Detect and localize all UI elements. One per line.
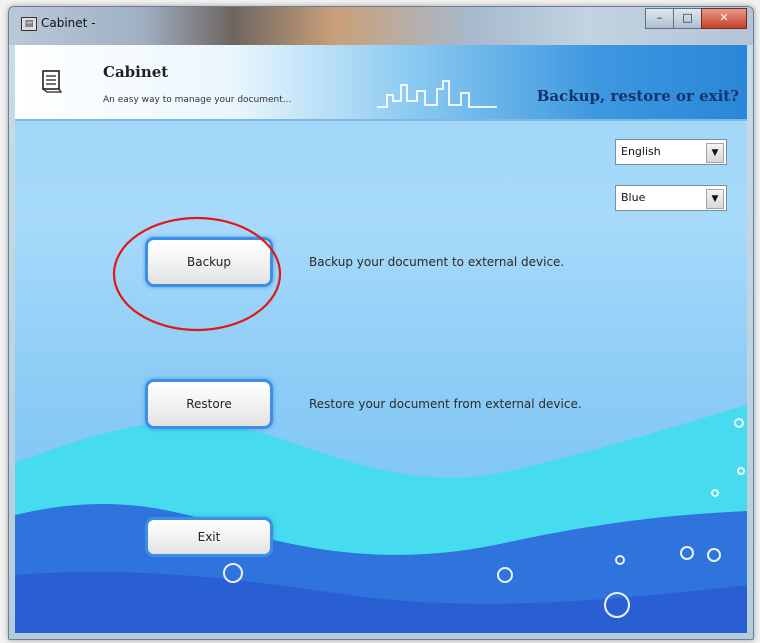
cabinet-icon: ▤ (21, 17, 37, 31)
title-bar[interactable]: ▤ Cabinet - – □ ✕ (9, 7, 753, 45)
header-prompt: Backup, restore or exit? (536, 87, 739, 105)
chevron-down-icon[interactable]: ▼ (706, 189, 724, 209)
highlight-circle (112, 216, 282, 332)
window-title: Cabinet - (41, 16, 96, 30)
app-tagline: An easy way to manage your document... (103, 95, 292, 105)
close-button[interactable]: ✕ (701, 8, 747, 29)
theme-select-value: Blue (621, 191, 646, 204)
language-select[interactable]: English ▼ (615, 139, 727, 165)
restore-button[interactable]: Restore (145, 379, 273, 429)
chevron-down-icon[interactable]: ▼ (706, 143, 724, 163)
window-controls: – □ ✕ (645, 8, 747, 29)
header-banner: Cabinet An easy way to manage your docum… (15, 45, 747, 121)
skyline-decoration-icon (377, 80, 497, 108)
restore-description: Restore your document from external devi… (309, 397, 582, 411)
client-area: Cabinet An easy way to manage your docum… (15, 45, 747, 633)
minimize-button[interactable]: – (645, 8, 674, 29)
app-window: ▤ Cabinet - – □ ✕ Cabinet An easy way to… (8, 6, 754, 640)
language-select-value: English (621, 145, 661, 158)
backup-description: Backup your document to external device. (309, 255, 565, 269)
maximize-button[interactable]: □ (673, 8, 702, 29)
cabinet-logo-icon (42, 70, 63, 93)
wave-background (15, 405, 747, 633)
theme-select[interactable]: Blue ▼ (615, 185, 727, 211)
app-name: Cabinet (103, 63, 169, 81)
exit-button[interactable]: Exit (145, 517, 273, 557)
